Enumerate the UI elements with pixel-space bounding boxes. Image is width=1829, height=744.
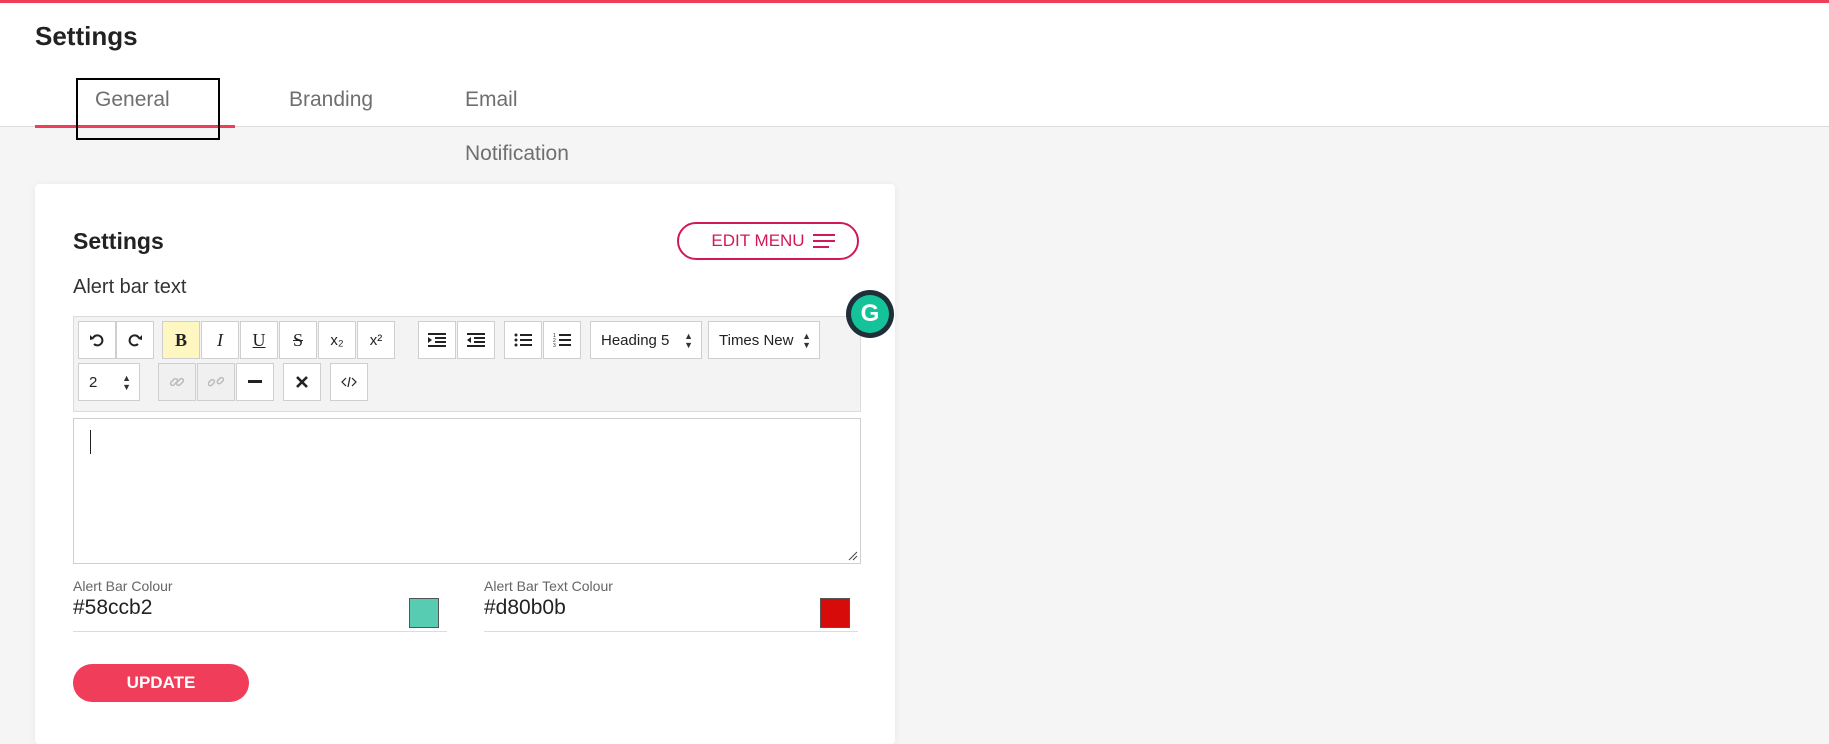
heading-select[interactable]: Heading 5 ▲ ▼ (590, 321, 702, 359)
alert-bar-text-colour-swatch[interactable] (820, 598, 850, 628)
code-view-button[interactable] (330, 363, 368, 401)
code-icon (341, 376, 357, 388)
tab-branding[interactable]: Branding (289, 73, 373, 127)
underline-button[interactable]: U (240, 321, 278, 359)
font-family-select[interactable]: Times New ▲ ▼ (708, 321, 820, 359)
tab-email-notification[interactable]: Email Notification (465, 73, 569, 165)
alert-bar-text-colour-value[interactable]: #d80b0b (484, 596, 566, 620)
card-title: Settings (73, 228, 164, 254)
font-family-select-value: Times New (719, 331, 794, 349)
select-caret-icon: ▲ ▼ (122, 373, 131, 392)
horizontal-rule-icon (248, 380, 262, 383)
remove-format-button[interactable] (283, 363, 321, 401)
indent-icon (428, 333, 446, 347)
heading-select-value: Heading 5 (601, 331, 670, 349)
alert-bar-text-editor[interactable] (73, 418, 861, 564)
update-button[interactable]: UPDATE (73, 664, 249, 702)
redo-button[interactable] (116, 321, 154, 359)
strikethrough-button[interactable]: S (279, 321, 317, 359)
focus-highlight-box (76, 78, 220, 140)
outdent-icon (467, 333, 485, 347)
hamburger-icon (812, 234, 835, 248)
alert-bar-text-colour-field[interactable]: Alert Bar Text Colour #d80b0b (484, 578, 858, 632)
horizontal-rule-button[interactable] (236, 363, 274, 401)
numbered-list-icon: 123 (553, 333, 571, 348)
unlink-button[interactable] (197, 363, 235, 401)
link-button[interactable] (158, 363, 196, 401)
select-caret-icon: ▲ ▼ (802, 331, 811, 350)
text-cursor (90, 430, 91, 454)
redo-icon (128, 334, 142, 347)
link-icon (169, 377, 185, 387)
bold-button[interactable]: B (162, 321, 200, 359)
unordered-list-button[interactable] (504, 321, 542, 359)
edit-menu-label: EDIT MENU (711, 231, 805, 250)
superscript-button[interactable]: x² (357, 321, 395, 359)
font-size-select-value: 2 (89, 373, 98, 391)
resize-handle-icon[interactable] (848, 551, 858, 561)
alert-bar-text-colour-label: Alert Bar Text Colour (484, 578, 613, 594)
alert-bar-colour-value[interactable]: #58ccb2 (73, 596, 152, 620)
close-icon (296, 376, 308, 388)
editor-toolbar: B I U S x₂ x² 123 Heading 5 ▲ ▼ Times New… (73, 316, 861, 412)
alert-bar-text-label: Alert bar text (73, 276, 187, 298)
grammarly-button[interactable]: G (846, 290, 894, 338)
grammarly-icon: G (851, 295, 889, 333)
edit-menu-button[interactable]: EDIT MENU (677, 222, 859, 260)
ordered-list-button[interactable]: 123 (543, 321, 581, 359)
alert-bar-colour-field[interactable]: Alert Bar Colour #58ccb2 (73, 578, 447, 632)
indent-button[interactable] (418, 321, 456, 359)
subscript-button[interactable]: x₂ (318, 321, 356, 359)
undo-icon (90, 334, 104, 347)
undo-button[interactable] (78, 321, 116, 359)
font-size-select[interactable]: 2 ▲ ▼ (78, 363, 140, 401)
alert-bar-colour-swatch[interactable] (409, 598, 439, 628)
italic-button[interactable]: I (201, 321, 239, 359)
page-header: Settings General Branding Email Notifica… (0, 3, 1829, 165)
unlink-icon (208, 376, 224, 387)
outdent-button[interactable] (457, 321, 495, 359)
svg-text:3: 3 (553, 343, 556, 348)
select-caret-icon: ▲ ▼ (684, 331, 693, 350)
page-title: Settings (35, 21, 138, 51)
bullet-list-icon (514, 333, 532, 347)
settings-card: Settings EDIT MENU Alert bar text B I U … (35, 184, 895, 744)
alert-bar-colour-label: Alert Bar Colour (73, 578, 173, 594)
